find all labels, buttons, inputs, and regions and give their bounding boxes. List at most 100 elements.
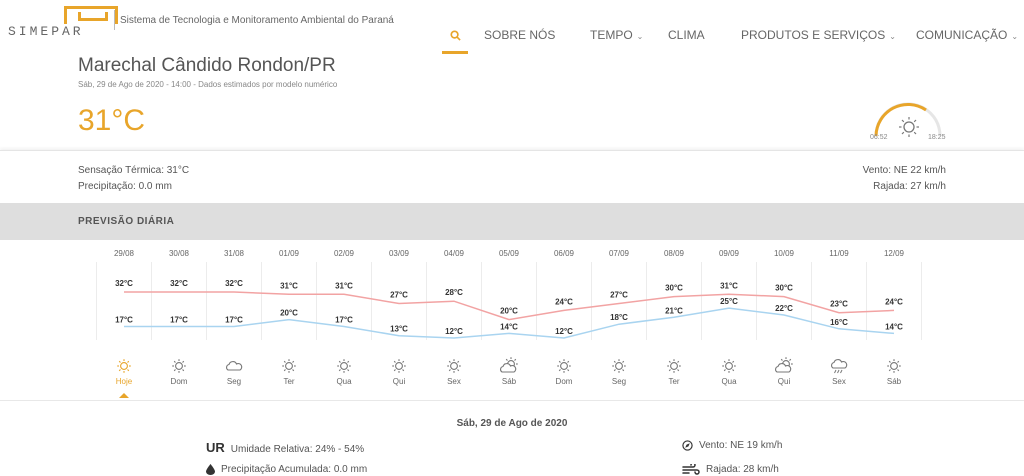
nav-sobre-nos[interactable]: SOBRE NÓS <box>484 28 555 42</box>
precipitacao-acumulada: Precipitação Acumulada: 0.0 mm <box>206 464 367 475</box>
min-temp-label: 12°C <box>445 327 463 336</box>
nav-comunicacao[interactable]: COMUNICAÇÃO ⌄ <box>916 28 1018 42</box>
sun-icon[interactable] <box>392 359 406 373</box>
max-temp-label: 24°C <box>885 297 903 306</box>
chevron-down-icon: ⌄ <box>1011 32 1019 41</box>
day-name[interactable]: Qui <box>778 377 791 386</box>
compass-icon <box>682 440 693 451</box>
sun-icon[interactable] <box>172 359 186 373</box>
sun-icon[interactable] <box>447 359 461 373</box>
date-label: 08/09 <box>664 249 685 258</box>
simepar-logo[interactable]: SIMEPAR <box>8 6 118 39</box>
sun-icon[interactable] <box>612 359 626 373</box>
max-temp-label: 31°C <box>720 281 738 290</box>
nav-label: PRODUTOS E SERVIÇOS <box>741 28 886 42</box>
sun-icon[interactable] <box>887 359 901 373</box>
sun-cloud-icon[interactable] <box>500 363 517 373</box>
section-header: PREVISÃO DIÁRIA <box>0 203 1024 240</box>
min-temp-label: 14°C <box>500 322 518 331</box>
day-name[interactable]: Seg <box>612 377 626 386</box>
nav-search-button[interactable] <box>442 18 468 54</box>
current-temperature: 31°C <box>78 104 146 137</box>
day-name-today[interactable]: Hoje <box>116 377 133 386</box>
day-name[interactable]: Ter <box>283 377 294 386</box>
min-temp-label: 25°C <box>720 297 738 306</box>
min-temp-label: 17°C <box>335 316 353 325</box>
nav-label: SOBRE NÓS <box>484 28 556 42</box>
nav-produtos[interactable]: PRODUTOS E SERVIÇOS ⌄ <box>741 28 896 42</box>
sunset-time: 18:25 <box>928 134 946 141</box>
selected-day-caret <box>119 393 129 398</box>
day-name[interactable]: Sáb <box>887 377 902 386</box>
city-name: Marechal Cândido Rondon/PR <box>78 55 336 76</box>
date-label: 10/09 <box>774 249 795 258</box>
rajada-detail: Rajada: 28 km/h <box>682 464 779 475</box>
date-label: 29/08 <box>114 249 135 258</box>
current-datetime: Sáb, 29 de Ago de 2020 - 14:00 - Dados e… <box>78 80 338 89</box>
date-label: 01/09 <box>279 249 300 258</box>
day-name[interactable]: Ter <box>668 377 679 386</box>
vento: Vento: NE 22 km/h <box>862 165 946 176</box>
nav-label: TEMPO <box>590 28 633 42</box>
rain-drop <box>837 369 840 374</box>
min-temp-label: 12°C <box>555 327 573 336</box>
sun-icon[interactable] <box>117 359 131 373</box>
chevron-down-icon: ⌄ <box>636 32 644 41</box>
max-temp-label: 27°C <box>610 291 628 300</box>
umidade-text: Umidade Relativa: 24% - 54% <box>230 444 365 455</box>
min-temp-label: 17°C <box>170 316 188 325</box>
date-label: 04/09 <box>444 249 465 258</box>
day-name[interactable]: Sex <box>447 377 461 386</box>
date-label: 02/09 <box>334 249 355 258</box>
date-label: 30/08 <box>169 249 190 258</box>
sun-icon[interactable] <box>722 359 736 373</box>
day-detail-panel: Sáb, 29 de Ago de 2020 UR Umidade Relativ… <box>0 400 1024 476</box>
sun-icon[interactable] <box>557 359 571 373</box>
day-name[interactable]: Sex <box>832 377 846 386</box>
day-name[interactable]: Qua <box>721 377 737 386</box>
min-temp-label: 13°C <box>390 325 408 334</box>
max-temp-label: 32°C <box>115 279 133 288</box>
precipitacao: Precipitação: 0.0 mm <box>78 181 172 192</box>
day-name[interactable]: Qua <box>336 377 352 386</box>
rajada: Rajada: 27 km/h <box>873 181 946 192</box>
vento-text: Vento: NE 19 km/h <box>699 440 783 452</box>
day-name[interactable]: Sáb <box>502 377 517 386</box>
cloud-icon[interactable] <box>226 361 243 371</box>
logo-text: SIMEPAR <box>8 24 84 39</box>
ur-abbr: UR <box>206 440 225 455</box>
date-label: 12/09 <box>884 249 905 258</box>
sunrise-time: 06:52 <box>870 134 888 141</box>
max-temp-label: 23°C <box>830 300 848 309</box>
day-name[interactable]: Seg <box>227 377 241 386</box>
max-temp-label: 30°C <box>665 284 683 293</box>
max-temp-label: 30°C <box>775 284 793 293</box>
min-temp-label: 16°C <box>830 318 848 327</box>
sun-cloud-icon[interactable] <box>775 363 792 373</box>
selected-day-date: Sáb, 29 de Ago de 2020 <box>456 418 568 429</box>
nav-tempo[interactable]: TEMPO ⌄ <box>590 28 643 42</box>
rain-drop <box>834 369 837 374</box>
sun-icon[interactable] <box>337 359 351 373</box>
sun-icon[interactable] <box>667 359 681 373</box>
precipitacao-text: Precipitação Acumulada: 0.0 mm <box>221 464 368 476</box>
current-details: Sensação Térmica: 31°C Precipitação: 0.0… <box>0 150 1024 200</box>
max-temp-label: 27°C <box>390 291 408 300</box>
min-temp-label: 20°C <box>280 309 298 318</box>
daily-forecast-chart: 29/08 30/08 31/08 01/09 02/09 03/09 04/09 05/09… <box>0 240 1024 400</box>
chevron-down-icon: ⌄ <box>889 32 896 41</box>
date-label: 07/09 <box>609 249 630 258</box>
date-label: 09/09 <box>719 249 740 258</box>
wind-icon <box>682 464 700 475</box>
raindrop-icon <box>206 464 215 475</box>
logo-separator <box>114 10 115 30</box>
rajada-text: Rajada: 28 km/h <box>706 464 779 476</box>
site-header: SIMEPAR Sistema de Tecnologia e Monitora… <box>0 0 1024 54</box>
day-name[interactable]: Dom <box>556 377 573 386</box>
sun-icon[interactable] <box>282 359 296 373</box>
rain-icon[interactable] <box>831 359 848 369</box>
section-title: PREVISÃO DIÁRIA <box>78 216 175 227</box>
nav-clima[interactable]: CLIMA <box>668 28 705 42</box>
day-name[interactable]: Qui <box>393 377 406 386</box>
day-name[interactable]: Dom <box>171 377 188 386</box>
